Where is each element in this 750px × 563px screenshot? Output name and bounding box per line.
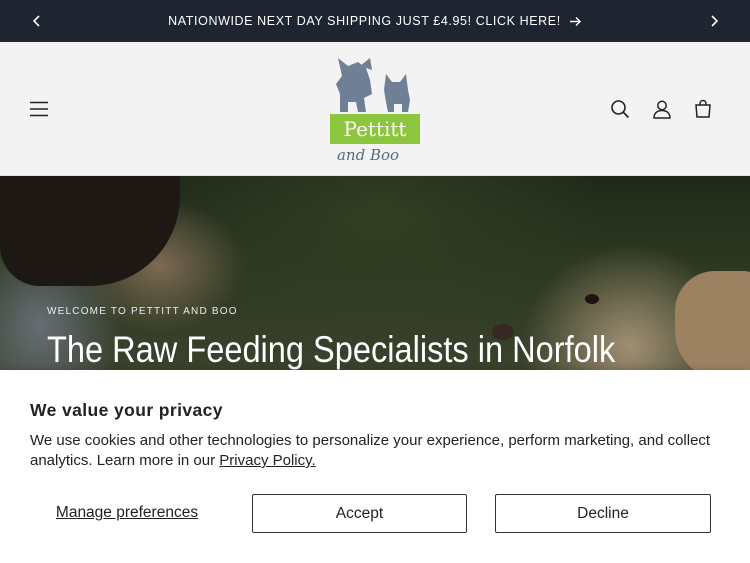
account-icon xyxy=(653,100,671,119)
menu-button[interactable] xyxy=(25,95,53,123)
search-button[interactable] xyxy=(606,95,634,123)
privacy-policy-link[interactable]: Privacy Policy. xyxy=(219,452,315,469)
site-logo[interactable]: Pettitt and Boo xyxy=(326,54,424,166)
account-button[interactable] xyxy=(648,95,676,123)
decline-button[interactable]: Decline xyxy=(495,494,711,533)
site-header: Pettitt and Boo xyxy=(0,42,750,176)
announcement-text: NATIONWIDE NEXT DAY SHIPPING JUST £4.95!… xyxy=(168,14,561,28)
hero-banner: WELCOME TO PETTITT AND BOO The Raw Feedi… xyxy=(0,176,750,370)
pettitt-and-boo-logo: Pettitt and Boo xyxy=(330,58,420,164)
accept-button[interactable]: Accept xyxy=(252,494,467,533)
cart-button[interactable] xyxy=(689,95,717,123)
search-icon xyxy=(611,100,630,119)
hamburger-menu-icon xyxy=(30,101,48,117)
cookie-description-text: We use cookies and other technologies to… xyxy=(30,432,711,469)
announcement-bar: NATIONWIDE NEXT DAY SHIPPING JUST £4.95!… xyxy=(0,0,750,42)
announcement-next-button[interactable] xyxy=(703,10,725,32)
cookie-consent-banner: We value your privacy We use cookies and… xyxy=(0,370,750,563)
logo-brand-text: Pettitt xyxy=(344,117,407,141)
cookie-title: We value your privacy xyxy=(30,400,223,420)
cart-icon xyxy=(695,99,711,118)
hero-headline: The Raw Feeding Specialists in Norfolk xyxy=(47,329,616,370)
hero-eyebrow: WELCOME TO PETTITT AND BOO xyxy=(47,306,238,317)
cookie-description: We use cookies and other technologies to… xyxy=(30,431,730,471)
manage-preferences-button[interactable]: Manage preferences xyxy=(30,494,224,532)
announcement-link[interactable]: NATIONWIDE NEXT DAY SHIPPING JUST £4.95!… xyxy=(168,14,582,28)
logo-sub-text: and Boo xyxy=(337,146,399,164)
announcement-message-area: NATIONWIDE NEXT DAY SHIPPING JUST £4.95!… xyxy=(0,0,750,42)
chevron-right-icon xyxy=(711,15,719,27)
arrow-right-icon xyxy=(569,16,581,26)
